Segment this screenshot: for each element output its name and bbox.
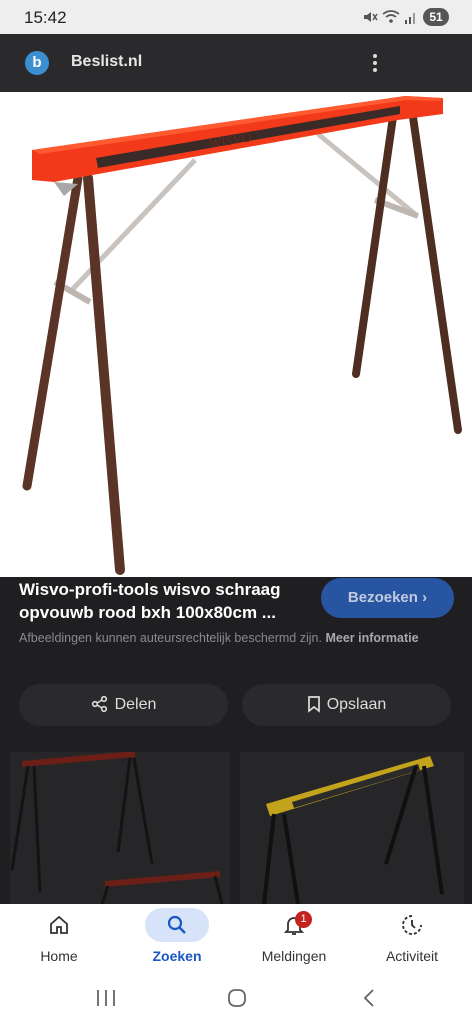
copyright-notice: Afbeeldingen kunnen auteursrechtelijk be… — [19, 629, 449, 648]
save-label: Opslaan — [326, 696, 387, 713]
nav-activity-label: Activiteit — [385, 948, 439, 964]
site-logo: b — [25, 51, 49, 75]
status-time: 15:42 — [24, 8, 67, 27]
home-icon — [50, 915, 68, 934]
notification-badge: 1 — [295, 911, 312, 928]
more-info-link[interactable]: Meer informatie — [325, 631, 418, 645]
yellow-sawhorse-thumbnail — [262, 756, 444, 905]
sawhorse-thumbnail — [10, 751, 224, 905]
save-button[interactable]: Opslaan — [242, 684, 451, 726]
nav-search-label: Zoeken — [152, 948, 202, 964]
activity-icon — [402, 915, 422, 935]
nav-home-label: Home — [40, 948, 78, 964]
share-icon — [91, 695, 107, 713]
notice-text: Afbeeldingen kunnen auteursrechtelijk be… — [19, 631, 322, 645]
sawhorse-illustration: WISVO — [22, 96, 462, 575]
signal-icon — [405, 13, 415, 24]
image-title[interactable]: Wisvo-profi-tools wisvo schraag opvouwb … — [19, 578, 309, 624]
nav-home[interactable]: Home — [9, 908, 109, 964]
nav-activity[interactable]: Activiteit — [362, 908, 462, 964]
site-name[interactable]: Beslist.nl — [71, 53, 142, 71]
back-icon[interactable] — [362, 988, 376, 1008]
battery-icon: 51 — [423, 8, 449, 26]
more-options-icon[interactable] — [368, 52, 382, 74]
home-button-icon[interactable] — [227, 988, 247, 1008]
share-label: Delen — [114, 696, 157, 713]
search-icon — [167, 915, 186, 934]
related-image[interactable] — [240, 752, 464, 905]
status-bar — [0, 0, 472, 34]
nav-search[interactable]: Zoeken — [127, 908, 227, 964]
visit-button[interactable]: Bezoeken › — [321, 578, 454, 618]
mute-icon — [364, 12, 378, 22]
recent-apps-icon[interactable] — [95, 989, 117, 1007]
share-button[interactable]: Delen — [19, 684, 228, 726]
nav-notifications-label: Meldingen — [261, 948, 327, 964]
nav-notifications[interactable]: Meldingen — [244, 908, 344, 964]
wifi-icon — [382, 10, 400, 23]
product-image[interactable]: WISVO — [0, 92, 472, 577]
related-image[interactable] — [10, 751, 230, 905]
bookmark-icon — [307, 696, 320, 713]
